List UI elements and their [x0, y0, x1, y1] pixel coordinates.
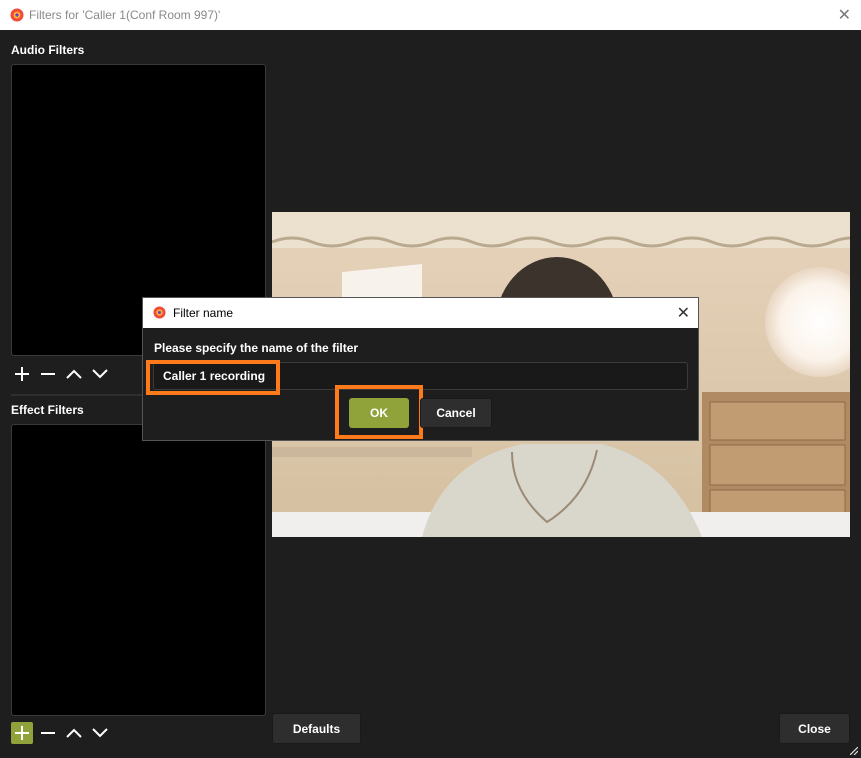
- add-audio-filter-button[interactable]: [11, 363, 33, 385]
- effect-filters-label: Effect Filters: [11, 403, 84, 417]
- remove-effect-filter-button[interactable]: [37, 722, 59, 744]
- chevron-down-icon: [92, 369, 108, 379]
- filter-name-dialog: Filter name ✕ Please specify the name of…: [142, 297, 699, 441]
- move-audio-filter-down-button[interactable]: [89, 363, 111, 385]
- dialog-close-icon[interactable]: ✕: [677, 303, 690, 323]
- chevron-up-icon: [66, 369, 82, 379]
- remove-audio-filter-button[interactable]: [37, 363, 59, 385]
- resize-grip-icon[interactable]: [850, 747, 858, 755]
- plus-icon: [15, 726, 29, 740]
- effect-filters-list[interactable]: [11, 424, 266, 716]
- audio-filters-toolbar: [11, 363, 111, 385]
- add-effect-filter-button[interactable]: [11, 722, 33, 744]
- dialog-prompt: Please specify the name of the filter: [154, 341, 359, 355]
- window-titlebar: Filters for 'Caller 1(Conf Room 997)' ✕: [0, 0, 861, 30]
- move-audio-filter-up-button[interactable]: [63, 363, 85, 385]
- effect-filters-toolbar: [11, 722, 111, 744]
- move-effect-filter-up-button[interactable]: [63, 722, 85, 744]
- defaults-button[interactable]: Defaults: [272, 713, 361, 744]
- cancel-button[interactable]: Cancel: [420, 398, 492, 428]
- plus-icon: [15, 367, 29, 381]
- dialog-titlebar: Filter name ✕: [143, 298, 698, 328]
- window-title: Filters for 'Caller 1(Conf Room 997)': [29, 8, 221, 22]
- audio-filters-label: Audio Filters: [11, 43, 85, 57]
- app-logo-icon: [10, 8, 24, 22]
- ok-button[interactable]: OK: [349, 398, 409, 428]
- app-logo-icon: [153, 306, 166, 319]
- window-close-icon[interactable]: ✕: [838, 5, 851, 25]
- dialog-title: Filter name: [173, 306, 234, 320]
- move-effect-filter-down-button[interactable]: [89, 722, 111, 744]
- minus-icon: [41, 373, 55, 375]
- chevron-down-icon: [92, 728, 108, 738]
- close-button[interactable]: Close: [779, 713, 850, 744]
- minus-icon: [41, 732, 55, 734]
- filter-name-input[interactable]: [153, 362, 688, 390]
- chevron-up-icon: [66, 728, 82, 738]
